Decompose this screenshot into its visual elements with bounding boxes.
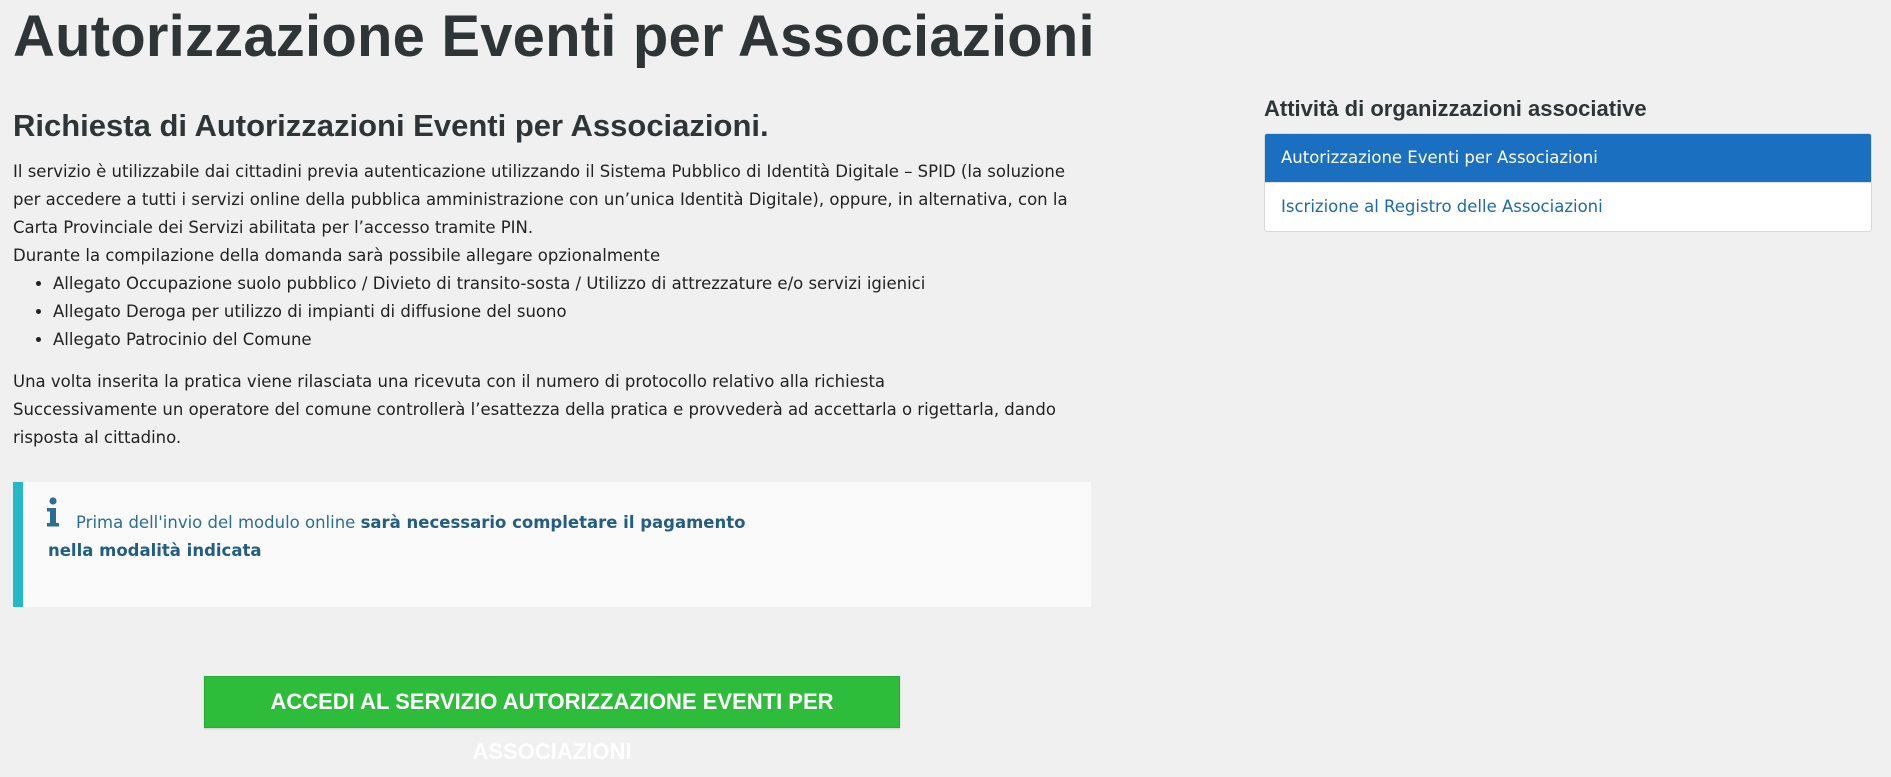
- receipt-text: Una volta inserita la pratica viene rila…: [13, 372, 886, 391]
- main-content: Richiesta di Autorizzazioni Eventi per A…: [13, 104, 1093, 452]
- sidebar-menu: Autorizzazione Eventi per Associazioni I…: [1264, 133, 1872, 232]
- attachments-intro: Durante la compilazione della domanda sa…: [13, 246, 661, 265]
- info-text: Prima dell'invio del modulo online sarà …: [48, 509, 768, 565]
- attachments-list: Allegato Occupazione suolo pubblico / Di…: [13, 270, 1093, 354]
- sidebar-title: Attività di organizzazioni associative: [1264, 96, 1647, 121]
- page-title: Autorizzazione Eventi per Associazioni: [13, 4, 1095, 69]
- sidebar-item-autorizzazione-eventi[interactable]: Autorizzazione Eventi per Associazioni: [1265, 134, 1871, 182]
- sidebar-item-registro-associazioni[interactable]: Iscrizione al Registro delle Associazion…: [1265, 182, 1871, 231]
- followup-text: Successivamente un operatore del comune …: [13, 400, 1056, 447]
- attachment-item: Allegato Deroga per utilizzo di impianti…: [53, 298, 1093, 326]
- sidebar: Attività di organizzazioni associative A…: [1264, 92, 1872, 232]
- section-heading: Richiesta di Autorizzazioni Eventi per A…: [13, 108, 769, 143]
- attachment-item: Allegato Occupazione suolo pubblico / Di…: [53, 270, 1093, 298]
- intro-paragraph: Il servizio è utilizzabile dai cittadini…: [13, 162, 1068, 237]
- info-text-prefix: Prima dell'invio del modulo online: [76, 513, 361, 532]
- access-service-button[interactable]: ACCEDI AL SERVIZIO AUTORIZZAZIONE EVENTI…: [204, 676, 900, 764]
- attachment-item: Allegato Patrocinio del Comune: [53, 326, 1093, 354]
- info-callout: Prima dell'invio del modulo online sarà …: [13, 482, 1091, 607]
